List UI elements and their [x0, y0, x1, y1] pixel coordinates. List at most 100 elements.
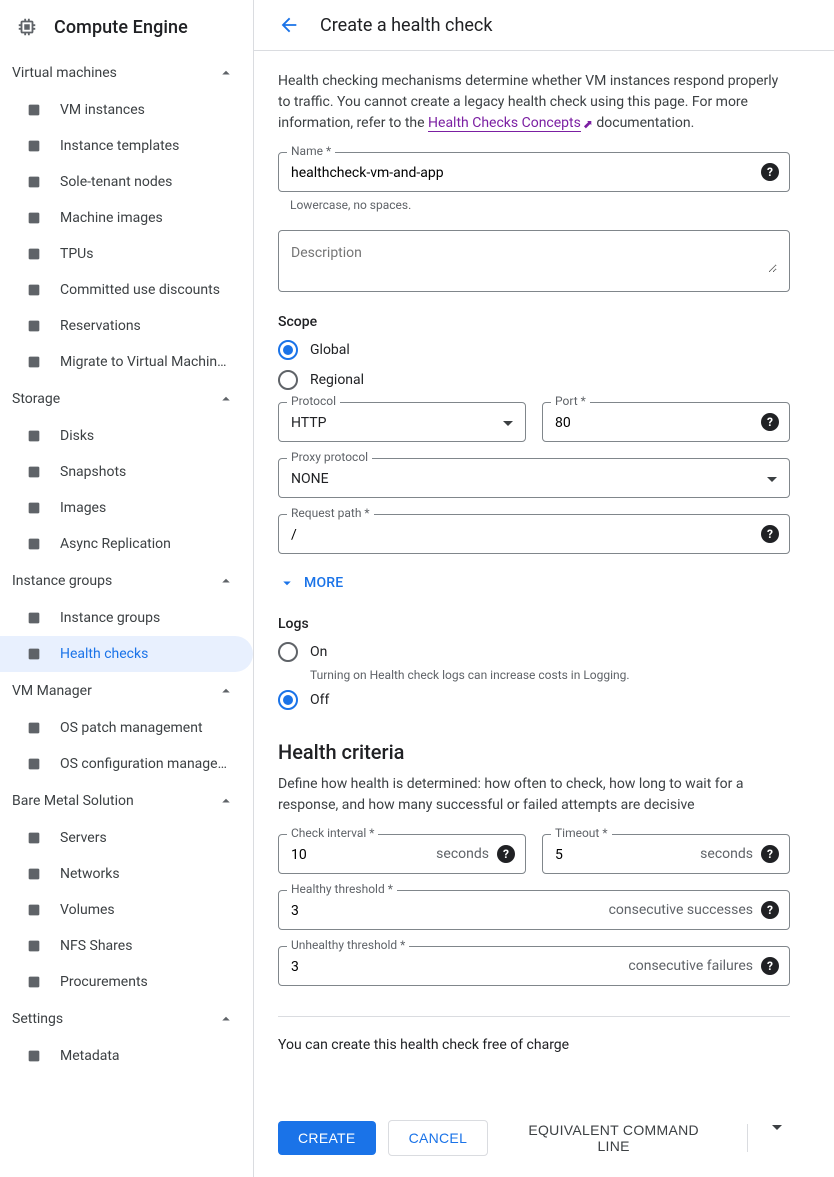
disk-icon	[22, 428, 46, 444]
sidebar-item-label: Async Replication	[60, 536, 171, 552]
description-input[interactable]	[291, 245, 777, 273]
sidebar-item-sole-tenant-nodes[interactable]: Sole-tenant nodes	[0, 164, 253, 200]
soletenant-icon	[22, 174, 46, 190]
name-hint: Lowercase, no spaces.	[290, 198, 790, 212]
radio-icon	[278, 370, 298, 390]
logs-radio-off[interactable]: Off	[278, 690, 790, 710]
help-icon[interactable]: ?	[761, 163, 779, 181]
section-title: VM Manager	[12, 683, 92, 699]
equivalent-command-line-button[interactable]: EQUIVALENT COMMAND LINE	[500, 1113, 727, 1163]
section-header[interactable]: Virtual machines	[0, 54, 253, 92]
sidebar-item-servers[interactable]: Servers	[0, 820, 253, 856]
radio-label: Regional	[310, 372, 364, 388]
vm-icon	[22, 102, 46, 118]
port-field[interactable]: Port * ?	[542, 402, 790, 442]
sidebar-item-os-patch-management[interactable]: OS patch management	[0, 710, 253, 746]
more-toggle[interactable]: MORE	[278, 574, 790, 592]
create-button[interactable]: CREATE	[278, 1121, 376, 1155]
protocol-field[interactable]: Protocol HTTP	[278, 402, 526, 442]
name-label: Name *	[287, 144, 335, 158]
sidebar-item-networks[interactable]: Networks	[0, 856, 253, 892]
sidebar-item-snapshots[interactable]: Snapshots	[0, 454, 253, 490]
sidebar-item-metadata[interactable]: Metadata	[0, 1038, 253, 1074]
sidebar-item-label: Committed use discounts	[60, 282, 220, 298]
sidebar-item-reservations[interactable]: Reservations	[0, 308, 253, 344]
main: Create a health check Health checking me…	[254, 0, 834, 1177]
section-header[interactable]: Instance groups	[0, 562, 253, 600]
sidebar-item-os-configuration-manageme[interactable]: OS configuration manageme...	[0, 746, 253, 782]
sidebar-item-committed-use-discounts[interactable]: Committed use discounts	[0, 272, 253, 308]
check-interval-input[interactable]	[291, 847, 403, 863]
check-interval-field[interactable]: Check interval * seconds ?	[278, 834, 526, 874]
sidebar-item-label: Health checks	[60, 646, 148, 662]
section-header[interactable]: VM Manager	[0, 672, 253, 710]
free-of-charge-text: You can create this health check free of…	[278, 1037, 790, 1053]
timeout-field[interactable]: Timeout * seconds ?	[542, 834, 790, 874]
request-path-field[interactable]: Request path * ?	[278, 514, 790, 554]
back-button[interactable]	[278, 14, 300, 36]
chevron-up-icon	[217, 682, 235, 700]
action-bar: CREATE CANCEL EQUIVALENT COMMAND LINE	[278, 1113, 790, 1163]
sidebar-item-health-checks[interactable]: Health checks	[0, 636, 253, 672]
unhealthy-threshold-input[interactable]	[291, 959, 667, 975]
external-link-icon: ⬈	[583, 117, 593, 131]
form-content: Health checking mechanisms determine whe…	[254, 51, 814, 1177]
radio-icon	[278, 642, 298, 662]
help-icon[interactable]: ?	[761, 957, 779, 975]
sidebar-item-async-replication[interactable]: Async Replication	[0, 526, 253, 562]
page-title: Create a health check	[320, 15, 492, 36]
timeout-input[interactable]	[555, 847, 667, 863]
section-header[interactable]: Bare Metal Solution	[0, 782, 253, 820]
sidebar-item-nfs-shares[interactable]: NFS Shares	[0, 928, 253, 964]
sidebar-item-disks[interactable]: Disks	[0, 418, 253, 454]
sidebar-item-label: Metadata	[60, 1048, 120, 1064]
sidebar-item-label: OS configuration manageme...	[60, 756, 230, 772]
sidebar-item-tpus[interactable]: TPUs	[0, 236, 253, 272]
sidebar-item-images[interactable]: Images	[0, 490, 253, 526]
help-icon[interactable]: ?	[761, 845, 779, 863]
sidebar-item-machine-images[interactable]: Machine images	[0, 200, 253, 236]
name-input[interactable]	[291, 165, 777, 181]
sidebar-item-instance-groups[interactable]: Instance groups	[0, 600, 253, 636]
help-icon[interactable]: ?	[761, 901, 779, 919]
sidebar-item-procurements[interactable]: Procurements	[0, 964, 253, 1000]
command-line-dropdown[interactable]	[764, 1122, 790, 1154]
unhealthy-threshold-field[interactable]: Unhealthy threshold * consecutive failur…	[278, 946, 790, 986]
description-field[interactable]	[278, 230, 790, 292]
meta-icon	[22, 1048, 46, 1064]
chevron-up-icon	[217, 792, 235, 810]
health-checks-concepts-link[interactable]: Health Checks Concepts	[428, 115, 581, 132]
scope-radio-regional[interactable]: Regional	[278, 370, 790, 390]
cancel-button[interactable]: CANCEL	[388, 1120, 489, 1156]
sidebar-item-instance-templates[interactable]: Instance templates	[0, 128, 253, 164]
request-path-input[interactable]	[291, 527, 777, 543]
sidebar-item-volumes[interactable]: Volumes	[0, 892, 253, 928]
sidebar: Compute Engine Virtual machinesVM instan…	[0, 0, 254, 1177]
proxy-protocol-field[interactable]: Proxy protocol NONE	[278, 458, 790, 498]
help-icon[interactable]: ?	[761, 413, 779, 431]
sidebar-item-label: Migrate to Virtual Machines	[60, 354, 230, 370]
sidebar-item-label: Instance groups	[60, 610, 160, 626]
name-field[interactable]: Name * ?	[278, 152, 790, 192]
intro-text: Health checking mechanisms determine whe…	[278, 71, 790, 134]
section-header[interactable]: Storage	[0, 380, 253, 418]
sidebar-item-vm-instances[interactable]: VM instances	[0, 92, 253, 128]
port-input[interactable]	[555, 415, 777, 431]
brand-title: Compute Engine	[54, 17, 188, 38]
network-icon	[22, 866, 46, 882]
sidebar-item-label: Instance templates	[60, 138, 179, 154]
template-icon	[22, 138, 46, 154]
section-header[interactable]: Settings	[0, 1000, 253, 1038]
port-label: Port *	[551, 394, 590, 408]
chevron-up-icon	[217, 1010, 235, 1028]
sidebar-item-label: Disks	[60, 428, 94, 444]
help-icon[interactable]: ?	[497, 845, 515, 863]
help-icon[interactable]: ?	[761, 525, 779, 543]
sidebar-item-label: Networks	[60, 866, 120, 882]
logs-radio-on[interactable]: On	[278, 642, 790, 662]
scope-radio-global[interactable]: Global	[278, 340, 790, 360]
sidebar-item-migrate-to-virtual-machines[interactable]: Migrate to Virtual Machines	[0, 344, 253, 380]
scope-label: Scope	[278, 314, 790, 330]
radio-label: Global	[310, 342, 350, 358]
healthy-threshold-field[interactable]: Healthy threshold * consecutive successe…	[278, 890, 790, 930]
